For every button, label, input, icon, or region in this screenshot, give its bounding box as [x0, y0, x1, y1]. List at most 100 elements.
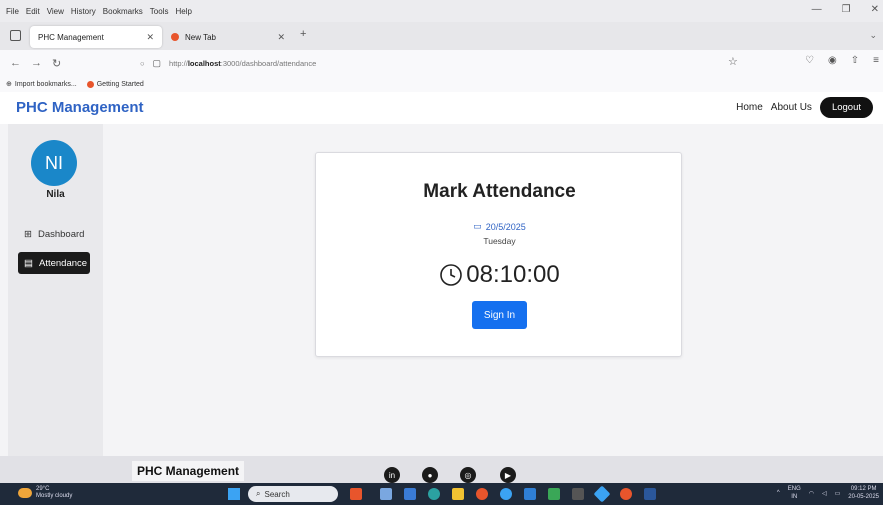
taskbar-app-icon[interactable]: [380, 488, 392, 500]
footer-brand: PHC Management: [132, 461, 245, 481]
search-label: Search: [264, 489, 290, 499]
menu-file[interactable]: File: [6, 7, 19, 16]
folder-icon[interactable]: [452, 488, 464, 500]
battery-icon[interactable]: ▭: [835, 490, 841, 497]
menu-bookmarks[interactable]: Bookmarks: [103, 7, 143, 16]
weather-temp: 29°C: [36, 486, 50, 492]
user-name: Nila: [46, 189, 65, 200]
lang-top: ENG: [787, 486, 801, 492]
tab-strip: PHC Management ✕ New Tab ✕: [0, 22, 883, 50]
calendar-icon: ▤: [24, 257, 33, 269]
github-icon[interactable]: ●: [422, 467, 438, 483]
menu-history[interactable]: History: [71, 7, 96, 16]
word-icon[interactable]: [644, 488, 656, 500]
system-tray: ^ ENG IN ◠ ◁ ▭ 09:12 PM 20-05-2025: [777, 485, 879, 501]
weather-icon: [18, 488, 32, 498]
day-value: Tuesday: [483, 236, 516, 246]
logout-button[interactable]: Logout: [819, 97, 873, 118]
time-value: 08:10:00: [466, 261, 560, 288]
extensions-icon[interactable]: ⇧: [851, 55, 859, 66]
edge-icon[interactable]: [428, 488, 440, 500]
chevron-down-icon[interactable]: ⌄: [869, 30, 877, 41]
taskbar-search[interactable]: ⌕ Search: [248, 486, 338, 502]
sidebar-item-attendance[interactable]: ▤ Attendance: [18, 252, 90, 274]
close-icon[interactable]: ✕: [146, 32, 154, 43]
youtube-icon[interactable]: ▶: [500, 467, 516, 483]
bookmark-label: Getting Started: [96, 80, 144, 88]
taskbar-app-icon[interactable]: [350, 488, 362, 500]
close-window-icon[interactable]: ✕: [871, 4, 879, 15]
url-prefix: http://: [169, 58, 188, 68]
account-icon[interactable]: ◉: [828, 55, 837, 66]
taskbar-app-icon[interactable]: [548, 488, 560, 500]
language-indicator[interactable]: ENG IN: [788, 485, 801, 501]
clock[interactable]: 09:12 PM 20-05-2025: [848, 485, 879, 501]
bookmark-star-icon[interactable]: ☆: [728, 55, 738, 68]
minimize-icon[interactable]: —: [812, 4, 822, 15]
tab-label: PHC Management: [38, 32, 104, 42]
url-bar[interactable]: ○ ▢ http://localhost:3000/dashboard/atte…: [140, 53, 750, 73]
calendar-icon: ▭: [473, 221, 482, 231]
sidebar-item-label: Dashboard: [37, 228, 85, 240]
volume-icon[interactable]: ◁: [822, 490, 827, 497]
brand-title[interactable]: PHC Management: [16, 99, 144, 116]
bookmark-label: Import bookmarks...: [14, 80, 77, 88]
menu-view[interactable]: View: [47, 7, 64, 16]
grid-icon: ⊞: [24, 228, 32, 240]
bookmark-import[interactable]: ⊕ Import bookmarks...: [6, 80, 77, 89]
weather-widget[interactable]: 29°C Mostly cloudy: [18, 486, 72, 500]
windows-start-icon[interactable]: [228, 488, 240, 500]
vscode-icon[interactable]: [524, 488, 536, 500]
menu-icon[interactable]: ≡: [873, 55, 879, 66]
tab-phc-management[interactable]: PHC Management ✕: [30, 26, 162, 48]
tab-new-tab[interactable]: New Tab ✕: [163, 26, 293, 48]
back-icon[interactable]: ←: [10, 57, 21, 69]
chevron-up-icon[interactable]: ^: [777, 490, 780, 496]
taskbar-app-icon[interactable]: [404, 488, 416, 500]
toolbar-icons: ♡ ◉ ⇧ ≡: [805, 55, 879, 66]
date-row: ▭ 20/5/2025: [316, 221, 683, 232]
about-link[interactable]: About Us: [771, 102, 812, 113]
pocket-icon[interactable]: ♡: [805, 55, 814, 66]
shield-icon: ○: [140, 58, 145, 68]
weather-desc: Mostly cloudy: [36, 493, 73, 499]
date-value: 20/5/2025: [485, 221, 526, 232]
bookmark-getting-started[interactable]: Getting Started: [86, 80, 144, 88]
header-nav: Home About Us Logout: [736, 97, 873, 118]
menu-bar: File Edit View History Bookmarks Tools H…: [0, 0, 883, 22]
new-tab-icon[interactable]: +: [300, 28, 306, 40]
reload-icon[interactable]: ↻: [52, 57, 61, 70]
firefox-icon[interactable]: [476, 488, 488, 500]
menu-help[interactable]: Help: [175, 7, 191, 16]
wifi-icon[interactable]: ◠: [809, 490, 814, 497]
sidebar-item-dashboard[interactable]: ⊞ Dashboard: [18, 223, 90, 245]
window-controls: — ❐ ✕: [812, 4, 879, 15]
url-host: localhost: [187, 58, 221, 68]
bookmarks-bar: ⊕ Import bookmarks... Getting Started: [0, 76, 883, 92]
tab-list-icon[interactable]: [10, 30, 21, 41]
home-link[interactable]: Home: [736, 102, 763, 113]
forward-icon[interactable]: →: [31, 57, 42, 69]
import-icon: ⊕: [6, 81, 12, 88]
terminal-icon[interactable]: [572, 488, 584, 500]
clock-icon: [440, 264, 463, 286]
time-row: 08:10:00: [316, 261, 683, 289]
taskbar-app-icon[interactable]: [593, 485, 611, 503]
firefox-icon: [171, 33, 179, 41]
card-title: Mark Attendance: [423, 181, 576, 202]
firefox-icon: [86, 80, 94, 88]
menu-edit[interactable]: Edit: [26, 7, 40, 16]
instagram-icon[interactable]: ◎: [460, 467, 476, 483]
clock-time: 09:12 PM: [850, 486, 877, 492]
page-icon: ▢: [152, 57, 162, 68]
close-icon[interactable]: ✕: [277, 32, 285, 43]
restore-icon[interactable]: ❐: [842, 4, 851, 15]
chrome-icon[interactable]: [500, 488, 512, 500]
linkedin-icon[interactable]: in: [384, 467, 400, 483]
app-header: PHC Management Home About Us Logout: [0, 92, 883, 124]
menu-tools[interactable]: Tools: [150, 7, 169, 16]
taskbar: 29°C Mostly cloudy ⌕ Search ^ ENG IN ◠ ◁…: [0, 483, 883, 505]
sign-in-button[interactable]: Sign In: [472, 301, 527, 329]
taskbar-app-icon[interactable]: [620, 488, 632, 500]
search-icon: ⌕: [256, 489, 261, 498]
